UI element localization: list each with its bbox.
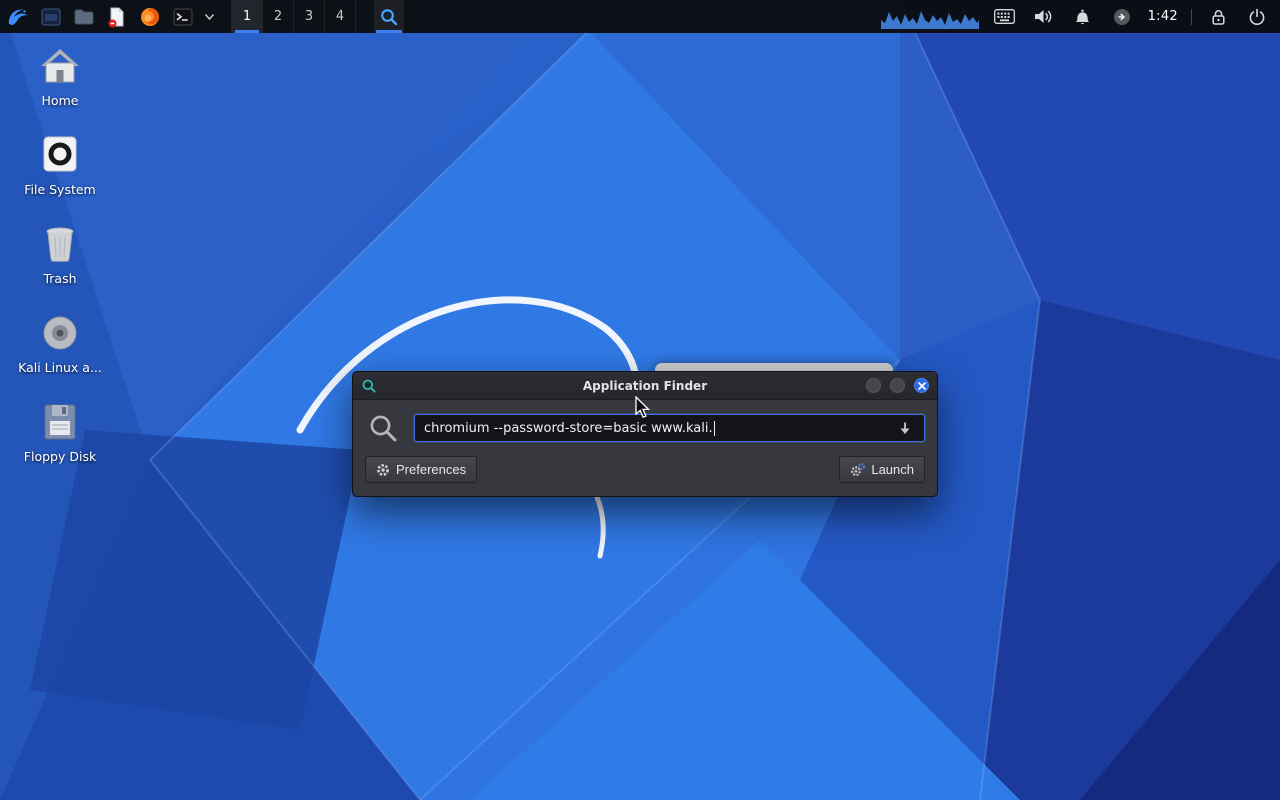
bell-icon: [1074, 8, 1091, 25]
desktop-icon-trash[interactable]: Trash: [0, 224, 120, 286]
preferences-label: Preferences: [396, 462, 466, 477]
firefox-icon: [139, 6, 161, 28]
launch-icon: [850, 463, 865, 477]
close-icon: [918, 382, 926, 390]
launch-label: Launch: [871, 462, 914, 477]
firefox-button[interactable]: [137, 4, 163, 30]
volume-control[interactable]: [1031, 4, 1057, 30]
appfinder-taskbar-icon: [379, 7, 399, 27]
search-row: chromium --password-store=basic www.kali…: [368, 413, 925, 443]
top-panel: 1 2 3 4: [0, 0, 1280, 33]
home-icon: [38, 46, 82, 86]
files-app-icon: [40, 6, 62, 28]
gear-icon: [376, 463, 390, 477]
close-button[interactable]: [914, 378, 929, 393]
kali-logo-icon: [6, 5, 30, 29]
desktop-icon-label: Home: [42, 93, 79, 108]
keyboard-icon: [994, 9, 1015, 24]
workspace-4-label: 4: [336, 9, 344, 24]
desktop-icon-label: File System: [24, 182, 96, 197]
workspace-switcher: 1 2 3 4: [231, 0, 356, 33]
history-arrow-icon: [899, 421, 911, 435]
file-manager-button[interactable]: [71, 4, 97, 30]
folder-icon: [73, 6, 95, 28]
workspace-3[interactable]: 3: [294, 0, 325, 33]
workspace-4[interactable]: 4: [325, 0, 356, 33]
terminal-dropdown-button[interactable]: [203, 4, 215, 30]
workspace-3-label: 3: [305, 9, 313, 24]
history-dropdown-button[interactable]: [895, 416, 915, 440]
minimize-button[interactable]: [866, 378, 881, 393]
workspace-2[interactable]: 2: [263, 0, 294, 33]
application-finder-window: Application Finder chromium --password-s…: [352, 371, 938, 497]
panel-tray: 1:42: [881, 0, 1280, 33]
search-icon: [368, 413, 398, 443]
lock-screen-button[interactable]: [1205, 4, 1231, 30]
button-row: Preferences Launch: [365, 456, 925, 483]
desktop-icon-home[interactable]: Home: [0, 46, 120, 108]
desktop-icon-label: Trash: [43, 271, 76, 286]
floppy-icon: [38, 402, 82, 442]
cdrom-icon: [38, 313, 82, 353]
document-icon: [106, 6, 128, 28]
cpu-graph[interactable]: [881, 5, 979, 29]
status-indicator[interactable]: [1109, 4, 1135, 30]
workspace-1-label: 1: [243, 9, 251, 24]
notifications-indicator[interactable]: [1070, 4, 1096, 30]
files-app-button[interactable]: [38, 4, 64, 30]
maximize-button[interactable]: [890, 378, 905, 393]
volume-icon: [1034, 8, 1053, 25]
workspace-2-label: 2: [274, 9, 282, 24]
tray-separator: [1191, 9, 1192, 25]
kali-menu-button[interactable]: [5, 4, 31, 30]
chevron-down-icon: [205, 14, 214, 20]
window-title: Application Finder: [353, 379, 937, 393]
desktop-icon-label: Floppy Disk: [24, 449, 96, 464]
text-editor-button[interactable]: [104, 4, 130, 30]
clock[interactable]: 1:42: [1148, 9, 1178, 24]
desktop: 1 2 3 4: [0, 0, 1280, 800]
file-system-icon: [38, 135, 82, 175]
desktop-icon-file-system[interactable]: File System: [0, 135, 120, 197]
search-input[interactable]: chromium --password-store=basic www.kali…: [414, 414, 925, 442]
keyboard-layout-indicator[interactable]: [992, 4, 1018, 30]
desktop-icon-label: Kali Linux a...: [18, 360, 102, 375]
status-icon: [1113, 8, 1131, 26]
workspace-1[interactable]: 1: [232, 0, 263, 33]
window-controls: [866, 378, 929, 393]
appfinder-window-icon: [361, 378, 377, 394]
terminal-icon: [172, 6, 194, 28]
search-input-value: chromium --password-store=basic www.kali…: [424, 421, 713, 436]
desktop-icon-column: Home File System Trash Kali Linux a...: [0, 46, 120, 491]
text-caret: [714, 421, 715, 436]
panel-launchers: [0, 0, 215, 33]
desktop-icon-kali-cd[interactable]: Kali Linux a...: [0, 313, 120, 375]
terminal-button[interactable]: [170, 4, 196, 30]
taskbar-appfinder-button[interactable]: [374, 0, 404, 33]
preferences-button[interactable]: Preferences: [365, 456, 477, 483]
titlebar[interactable]: Application Finder: [353, 372, 937, 400]
launch-button[interactable]: Launch: [839, 456, 925, 483]
power-icon: [1248, 8, 1266, 26]
lock-icon: [1210, 8, 1227, 26]
desktop-icon-floppy[interactable]: Floppy Disk: [0, 402, 120, 464]
trash-icon: [38, 224, 82, 264]
logout-button[interactable]: [1244, 4, 1270, 30]
